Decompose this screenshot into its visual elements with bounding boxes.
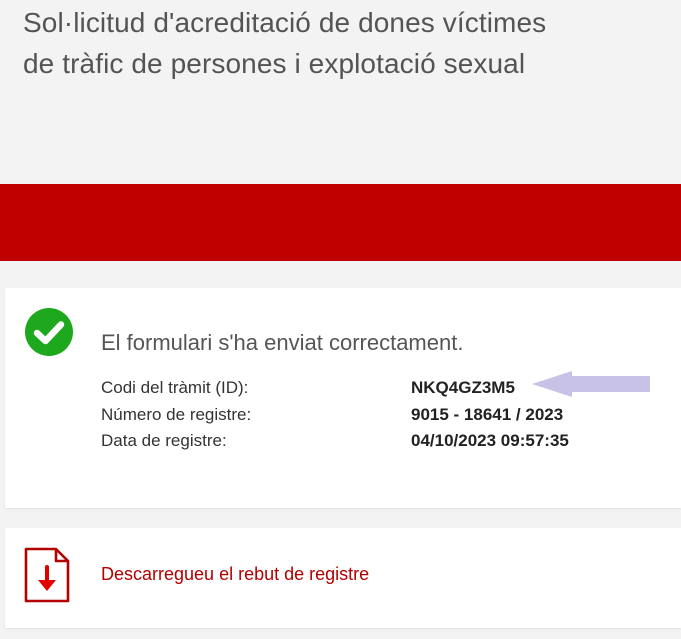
detail-label: Número de registre: (101, 405, 252, 424)
page-title: Sol·licitud d'acreditació de dones vícti… (23, 7, 547, 79)
registry-number-value: 9015 - 18641 / 2023 (411, 405, 564, 424)
download-receipt-link[interactable]: Descarregueu el rebut de registre (101, 560, 369, 588)
header-banner (0, 184, 681, 261)
annotation-arrow-icon (532, 371, 650, 397)
page: Sol·licitud d'acreditació de dones vícti… (0, 0, 681, 639)
tramit-id-value: NKQ4GZ3M5 (411, 378, 515, 397)
confirmation-panel: El formulari s'ha enviat correctament. C… (5, 288, 681, 508)
download-panel: Descarregueu el rebut de registre (5, 528, 681, 628)
detail-row-registry-number: Número de registre: 9015 - 18641 / 2023 (101, 402, 661, 428)
registry-date-value: 04/10/2023 09:57:35 (411, 431, 569, 450)
detail-label: Codi del tràmit (ID): (101, 378, 249, 397)
detail-row-registry-date: Data de registre: 04/10/2023 09:57:35 (101, 428, 661, 454)
check-circle-icon (25, 308, 73, 356)
pdf-download-icon[interactable] (23, 546, 71, 604)
success-message: El formulari s'ha enviat correctament. (101, 330, 464, 355)
detail-label: Data de registre: (101, 431, 227, 450)
